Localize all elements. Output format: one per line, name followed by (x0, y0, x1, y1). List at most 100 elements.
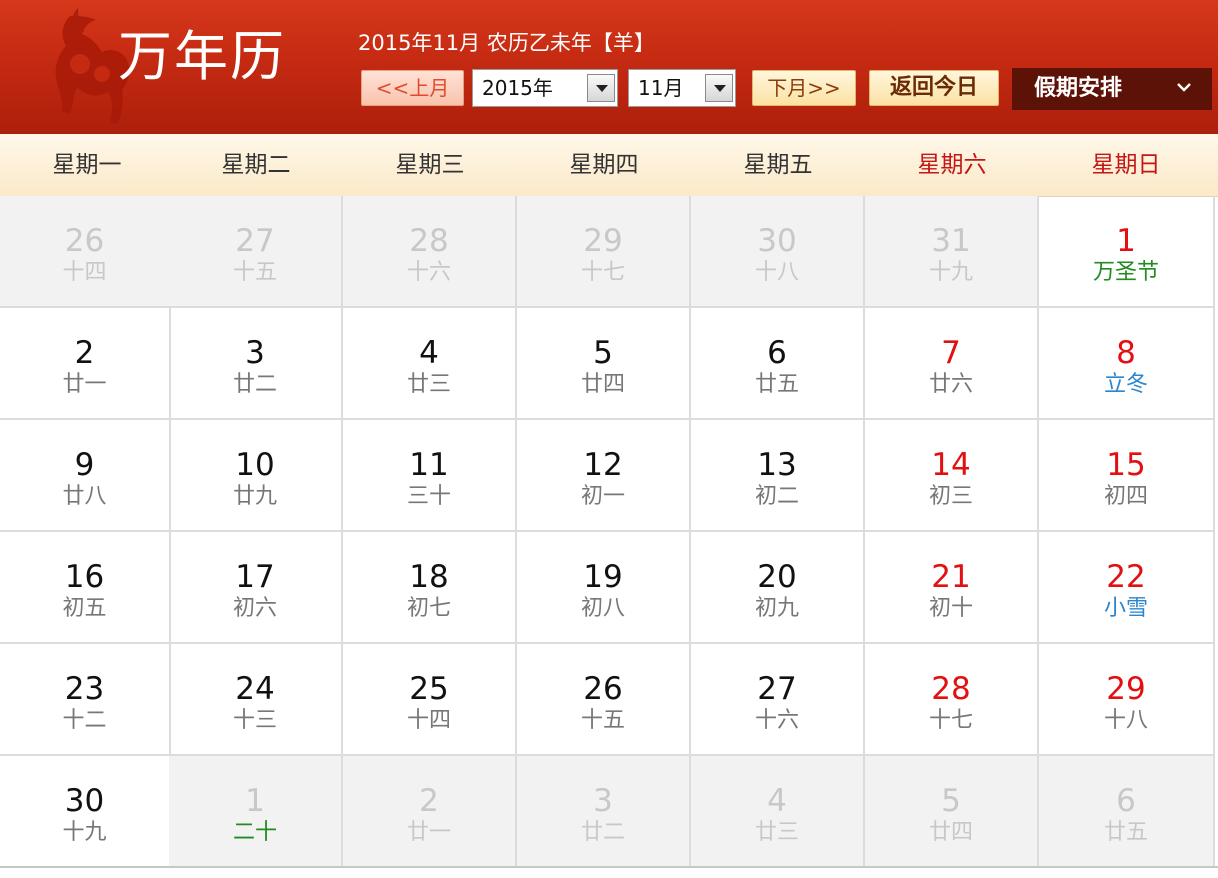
lunar-date: 初一 (580, 484, 625, 509)
day-number: 22 (1106, 559, 1146, 595)
day-number: 4 (419, 335, 439, 371)
day-cell[interactable]: 16 初五 (0, 532, 171, 644)
weekday-sat: 星期六 (917, 152, 987, 178)
day-cell[interactable]: 28 十六 (343, 196, 517, 308)
lunar-date: 廿四 (580, 372, 625, 397)
lunar-date: 廿九 (232, 484, 277, 509)
lunar-date: 初三 (928, 484, 973, 509)
lunar-date: 十七 (580, 260, 625, 285)
app-title: 万年历 (118, 25, 286, 88)
lunar-date: 初九 (754, 596, 799, 621)
day-number: 24 (235, 671, 275, 707)
day-number: 6 (767, 335, 787, 371)
day-cell[interactable]: 12 初一 (517, 420, 691, 532)
day-cell[interactable]: 30 十八 (691, 196, 865, 308)
weekday-sun: 星期日 (1091, 152, 1161, 178)
day-cell[interactable]: 19 初八 (517, 532, 691, 644)
day-cell[interactable]: 14 初三 (865, 420, 1039, 532)
day-cell[interactable]: 6 廿五 (691, 308, 865, 420)
chevron-down-icon[interactable] (1176, 82, 1192, 94)
day-number: 8 (1116, 335, 1136, 371)
day-cell[interactable]: 26 十四 (0, 196, 171, 308)
day-cell[interactable]: 3 廿二 (517, 756, 691, 868)
day-cell[interactable]: 30 十九 (0, 756, 171, 868)
day-cell[interactable]: 24 十三 (169, 644, 343, 756)
day-number: 28 (409, 223, 449, 259)
lunar-date: 廿二 (232, 372, 277, 397)
day-cell[interactable]: 5 廿四 (517, 308, 691, 420)
day-number: 20 (757, 559, 797, 595)
day-number: 30 (64, 783, 105, 819)
month-select[interactable]: 11月 (628, 69, 736, 107)
day-number: 30 (757, 223, 797, 259)
day-cell[interactable]: 23 十二 (0, 644, 171, 756)
grid-bottom-edge (0, 866, 1218, 878)
festival-label: 二十 (232, 820, 277, 845)
day-cell[interactable]: 4 廿三 (691, 756, 865, 868)
day-cell[interactable]: 20 初九 (691, 532, 865, 644)
day-cell[interactable]: 15 初四 (1039, 420, 1215, 532)
day-cell[interactable]: 5 廿四 (865, 756, 1039, 868)
day-cell[interactable]: 1 万圣节 (1039, 196, 1215, 308)
day-cell[interactable]: 10 廿九 (169, 420, 343, 532)
day-cell[interactable]: 29 十七 (517, 196, 691, 308)
day-cell[interactable]: 2 廿一 (343, 756, 517, 868)
day-cell[interactable]: 11 三十 (343, 420, 517, 532)
day-number: 15 (1106, 447, 1146, 483)
next-month-button[interactable]: 下月>> (752, 70, 856, 106)
day-cell[interactable]: 18 初七 (343, 532, 517, 644)
day-cell[interactable]: 27 十六 (691, 644, 865, 756)
day-cell[interactable]: 13 初二 (691, 420, 865, 532)
day-number: 16 (64, 559, 105, 595)
day-number: 28 (931, 671, 971, 707)
day-number: 12 (583, 447, 623, 483)
day-cell[interactable]: 9 廿八 (0, 420, 171, 532)
header-bar: 万年历 2015年11月 农历乙未年【羊】 <<上月 2015年 11月 下月>… (0, 0, 1218, 134)
day-number: 6 (1116, 783, 1136, 819)
day-cell[interactable]: 3 廿二 (169, 308, 343, 420)
prev-month-button[interactable]: <<上月 (361, 70, 464, 106)
lunar-date: 十九 (928, 260, 973, 285)
day-number: 29 (1106, 671, 1146, 707)
day-cell[interactable]: 6 廿五 (1039, 756, 1215, 868)
day-cell[interactable]: 7 廿六 (865, 308, 1039, 420)
day-number: 9 (74, 447, 95, 483)
day-cell[interactable]: 25 十四 (343, 644, 517, 756)
day-number: 3 (593, 783, 613, 819)
day-number: 10 (235, 447, 275, 483)
day-number: 2 (74, 335, 95, 371)
weekday-tue: 星期二 (221, 152, 291, 178)
weekday-fri: 星期五 (743, 152, 813, 178)
year-select[interactable]: 2015年 (472, 69, 618, 107)
day-cell[interactable]: 21 初十 (865, 532, 1039, 644)
lunar-date: 十五 (232, 260, 277, 285)
day-cell[interactable]: 26 十五 (517, 644, 691, 756)
dropdown-arrow-icon[interactable] (587, 74, 615, 102)
day-cell[interactable]: 17 初六 (169, 532, 343, 644)
dropdown-arrow-icon[interactable] (705, 74, 733, 102)
back-to-today-button[interactable]: 返回今日 (869, 70, 999, 106)
weekday-mon: 星期一 (52, 152, 122, 178)
weekday-wed: 星期三 (395, 152, 465, 178)
lunar-date: 十八 (754, 260, 799, 285)
lunar-date: 廿四 (928, 820, 973, 845)
day-number: 5 (593, 335, 613, 371)
day-number: 1 (245, 783, 265, 819)
day-cell[interactable]: 29 十八 (1039, 644, 1215, 756)
day-cell[interactable]: 4 廿三 (343, 308, 517, 420)
year-select-value: 2015年 (482, 76, 553, 100)
day-cell[interactable]: 8 立冬 (1039, 308, 1215, 420)
day-number: 3 (245, 335, 265, 371)
day-cell[interactable]: 28 十七 (865, 644, 1039, 756)
lunar-date: 十四 (62, 260, 107, 285)
day-cell[interactable]: 22 小雪 (1039, 532, 1215, 644)
day-cell[interactable]: 2 廿一 (0, 308, 171, 420)
day-number: 17 (235, 559, 275, 595)
day-cell[interactable]: 31 十九 (865, 196, 1039, 308)
lunar-date: 初八 (580, 596, 625, 621)
lunar-date: 初二 (754, 484, 799, 509)
lunar-date: 十二 (62, 708, 107, 733)
day-cell[interactable]: 1 二十 (169, 756, 343, 868)
lunar-date: 廿五 (754, 372, 799, 397)
day-cell[interactable]: 27 十五 (169, 196, 343, 308)
